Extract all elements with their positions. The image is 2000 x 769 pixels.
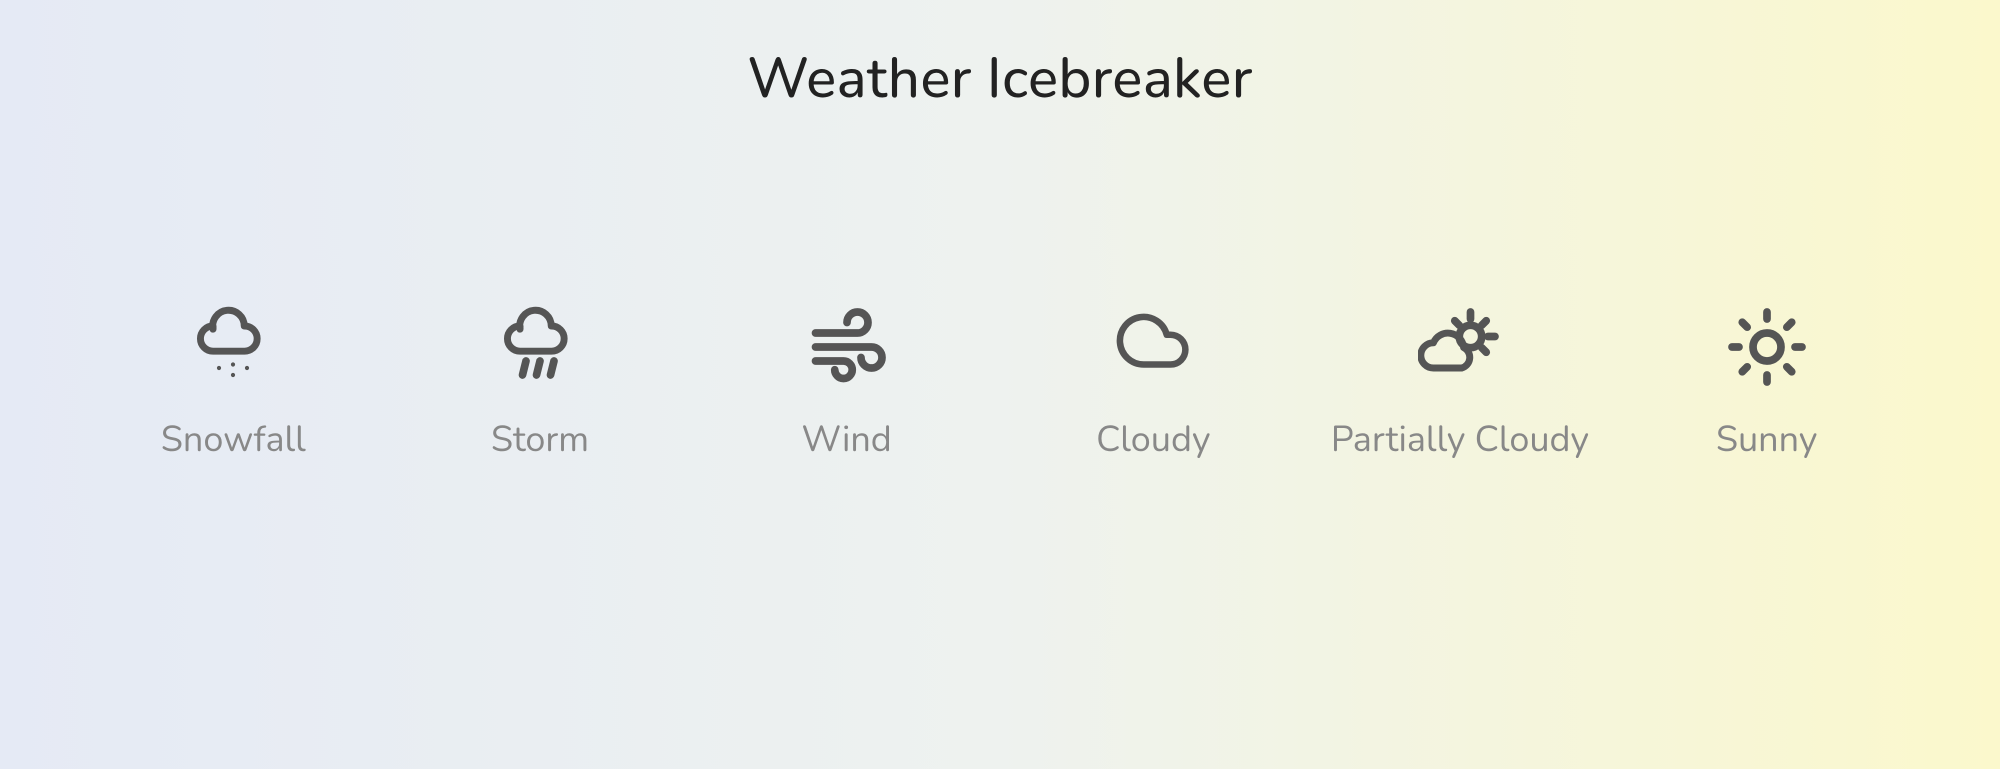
- page-title: Weather Icebreaker: [0, 0, 2000, 117]
- weather-option-label: Sunny: [1716, 417, 1818, 464]
- wind-icon: [802, 307, 892, 387]
- weather-options-row: Snowfall Storm Wind Clo: [0, 307, 2000, 464]
- weather-option-wind[interactable]: Wind: [717, 307, 977, 464]
- snow-icon: [188, 307, 278, 387]
- weather-option-cloudy[interactable]: Cloudy: [1023, 307, 1283, 464]
- weather-option-label: Wind: [802, 417, 892, 464]
- weather-option-snowfall[interactable]: Snowfall: [103, 307, 363, 464]
- cloud-icon: [1108, 307, 1198, 387]
- weather-option-partially-cloudy[interactable]: Partially Cloudy: [1330, 307, 1590, 464]
- weather-option-sunny[interactable]: Sunny: [1637, 307, 1897, 464]
- sun-icon: [1722, 307, 1812, 387]
- weather-option-label: Storm: [491, 417, 589, 464]
- partly-cloudy-icon: [1415, 307, 1505, 387]
- rain-icon: [495, 307, 585, 387]
- weather-option-storm[interactable]: Storm: [410, 307, 670, 464]
- weather-option-label: Cloudy: [1096, 417, 1210, 464]
- weather-option-label: Snowfall: [161, 417, 306, 464]
- weather-option-label: Partially Cloudy: [1331, 417, 1589, 464]
